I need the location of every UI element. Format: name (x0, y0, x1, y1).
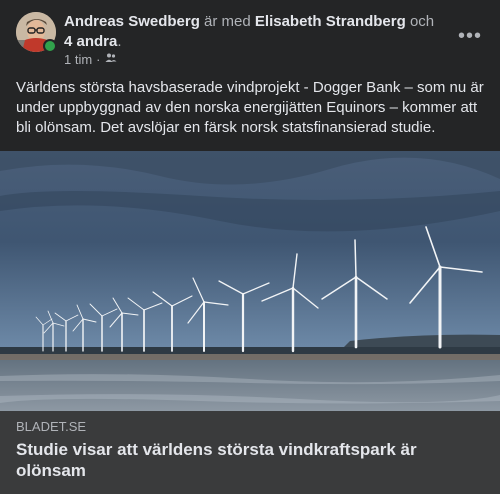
more-options-icon: ••• (457, 24, 482, 47)
and-text: och (409, 13, 435, 30)
post-timestamp[interactable]: 1 tim (64, 52, 92, 68)
period-text: . (117, 33, 122, 50)
link-title[interactable]: Studie visar att världens största vindkr… (16, 439, 436, 481)
post-text: Världens största havsbaserade vindprojek… (16, 79, 484, 136)
tagged-person-link[interactable]: Elisabeth Strandberg (255, 13, 406, 30)
online-status-dot (43, 39, 57, 53)
with-text: är med (204, 13, 251, 30)
meta-separator: · (96, 52, 101, 67)
friends-icon[interactable] (105, 52, 117, 68)
feed-post: Andreas Swedberg är med Elisabeth Strand… (0, 0, 500, 494)
post-meta: 1 tim · (64, 52, 117, 68)
wind-farm-photo (0, 151, 500, 411)
author-avatar[interactable] (16, 12, 57, 53)
link-preview-image[interactable] (0, 151, 500, 411)
post-header: Andreas Swedberg är med Elisabeth Strand… (16, 12, 484, 68)
link-domain: BLADET.SE (16, 419, 87, 434)
link-preview-card[interactable]: BLADET.SE Studie visar att världens stör… (0, 411, 500, 494)
author-name-link[interactable]: Andreas Swedberg (64, 13, 200, 30)
more-options-button[interactable]: ••• (452, 18, 488, 54)
others-link[interactable]: 4 andra (64, 33, 117, 50)
post-author-line: Andreas Swedberg är med Elisabeth Strand… (64, 12, 444, 52)
